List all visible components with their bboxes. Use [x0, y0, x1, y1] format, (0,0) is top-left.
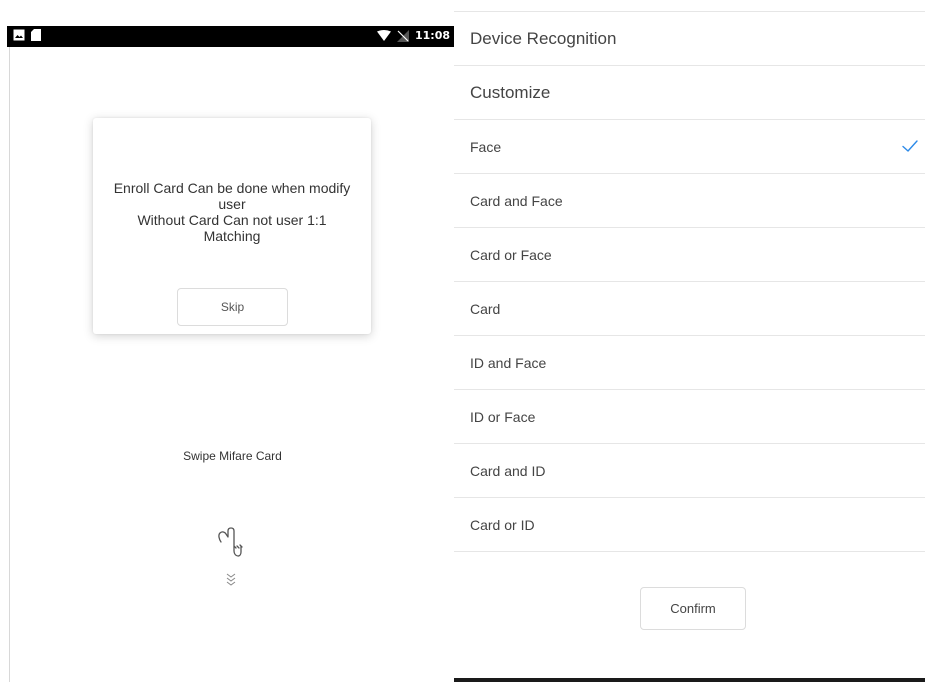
customize-label: Customize — [470, 82, 551, 102]
option-id-or-face-label: ID or Face — [470, 408, 536, 425]
option-face[interactable]: Face — [454, 120, 925, 174]
enroll-card-panel: 11:08 Enroll Card Can be done when modif… — [0, 0, 454, 682]
skip-button[interactable]: Skip — [177, 288, 288, 326]
dialog-message: Enroll Card Can be done when modify user… — [113, 180, 351, 244]
option-card-label: Card — [470, 300, 501, 317]
option-card-and-id-label: Card and ID — [470, 462, 546, 479]
option-id-or-face[interactable]: ID or Face — [454, 390, 925, 444]
bottom-bar — [454, 678, 925, 682]
option-id-and-face-label: ID and Face — [470, 354, 547, 371]
device-recognition-label: Device Recognition — [470, 28, 617, 48]
option-card-and-id[interactable]: Card and ID — [454, 444, 925, 498]
no-signal-icon — [396, 29, 409, 42]
option-card-or-id-label: Card or ID — [470, 516, 535, 533]
swipe-card-label: Swipe Mifare Card — [183, 449, 282, 463]
wifi-icon — [376, 30, 391, 41]
option-card-and-face-label: Card and Face — [470, 192, 563, 209]
option-face-label: Face — [470, 138, 502, 155]
option-card-or-face-label: Card or Face — [470, 246, 552, 263]
confirm-button[interactable]: Confirm — [640, 587, 746, 630]
chevrons-down-icon — [226, 573, 236, 586]
option-card-or-id[interactable]: Card or ID — [454, 498, 925, 552]
option-card-or-face[interactable]: Card or Face — [454, 228, 925, 282]
option-id-and-face[interactable]: ID and Face — [454, 336, 925, 390]
image-icon — [13, 29, 25, 41]
sd-card-icon — [31, 29, 41, 41]
status-time: 11:08 — [414, 29, 450, 42]
device-recognition-header: Device Recognition — [454, 12, 925, 66]
check-icon — [902, 140, 918, 152]
customize-header[interactable]: Customize — [454, 66, 925, 120]
enroll-card-dialog: Enroll Card Can be done when modify user… — [93, 118, 371, 334]
panel-border — [9, 47, 10, 682]
status-bar: 11:08 — [7, 26, 454, 47]
option-card-and-face[interactable]: Card and Face — [454, 174, 925, 228]
recognition-mode-panel: Device Recognition Customize Face Card a… — [454, 0, 925, 682]
hand-point-down-icon — [218, 527, 243, 557]
option-card[interactable]: Card — [454, 282, 925, 336]
